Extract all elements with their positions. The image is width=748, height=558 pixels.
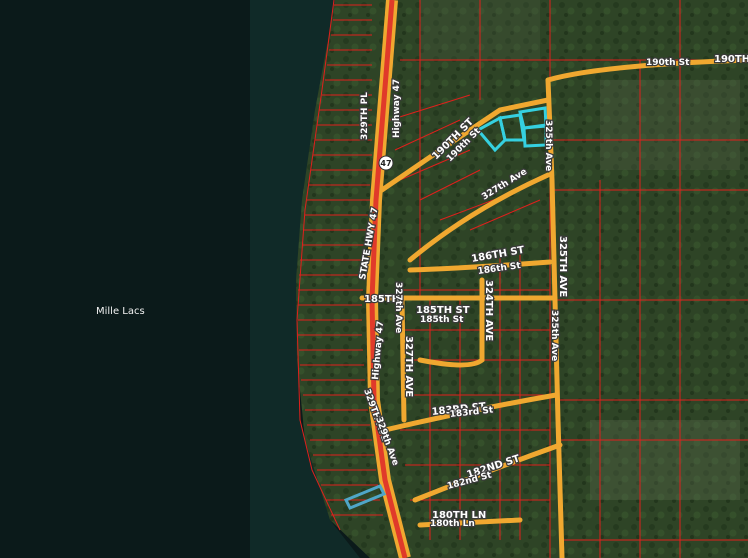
label-329th-pl: 329TH PL: [360, 92, 370, 140]
label-327th-ave-3: 327TH AVE: [403, 336, 414, 397]
water-label: Mille Lacs: [96, 306, 145, 317]
label-325th-ave-1: 325th Ave: [543, 120, 553, 171]
map-viewport[interactable]: 47 Mille Lacs 190th St 190TH 190TH ST 19…: [0, 0, 748, 558]
clearing-2: [590, 420, 740, 500]
label-highway-47-a: Highway 47: [392, 79, 402, 138]
map-canvas[interactable]: 47 Mille Lacs 190th St 190TH 190TH ST 19…: [0, 0, 748, 558]
label-325th-ave-2: 325TH AVE: [557, 236, 568, 297]
label-325th-ave-3: 325th Ave: [549, 310, 559, 361]
label-327th-ave-2: 327th Ave: [393, 282, 403, 333]
label-180th-ln-2: 180th Ln: [430, 519, 475, 529]
label-190th-st-1: 190th St: [646, 58, 690, 68]
label-324th-ave: 324TH AVE: [483, 280, 494, 341]
highway-shield-number: 47: [380, 159, 391, 168]
clearing-1: [600, 80, 740, 170]
label-190th-st-2: 190TH: [714, 54, 748, 65]
label-185th-st-2: 185th St: [420, 315, 464, 325]
